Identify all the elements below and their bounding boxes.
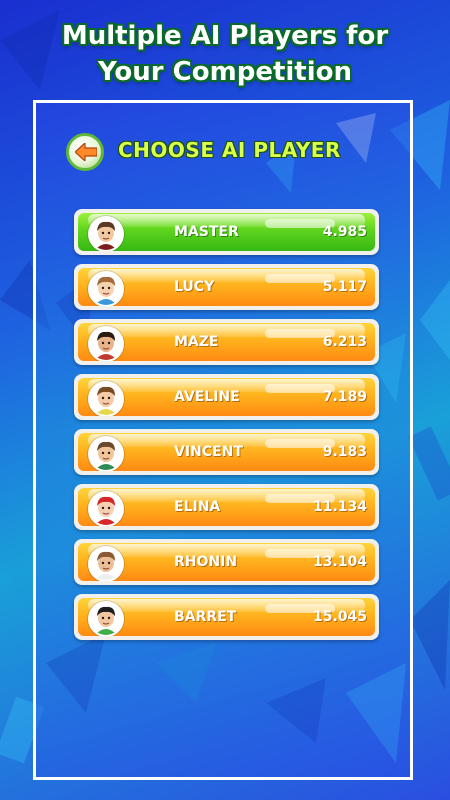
player-name: MAZE (174, 334, 219, 350)
player-row-bg: RHONIN 13.104 (78, 543, 375, 581)
player-name: MASTER (174, 224, 239, 240)
player-name: BARRET (174, 609, 237, 625)
player-row-barret[interactable]: BARRET 15.045 (74, 594, 379, 640)
player-row-master[interactable]: MASTER 4.985 (74, 209, 379, 255)
player-row-bg: VINCENT 9.183 (78, 433, 375, 471)
player-row-rhonin[interactable]: RHONIN 13.104 (74, 539, 379, 585)
avatar-icon (88, 381, 124, 416)
player-row-bg: MAZE 6.213 (78, 323, 375, 361)
player-row-vincent[interactable]: VINCENT 9.183 (74, 429, 379, 475)
player-score: 13.104 (312, 554, 367, 570)
avatar-icon (88, 326, 124, 361)
avatar-icon (88, 601, 124, 636)
player-row-bg: ELINA 11.134 (78, 488, 375, 526)
back-button[interactable] (66, 133, 104, 171)
player-row-aveline[interactable]: AVELINE 7.189 (74, 374, 379, 420)
player-score: 15.045 (312, 609, 367, 625)
avatar-icon (88, 271, 124, 306)
promo-title-line2: Your Competition (97, 57, 353, 87)
player-row-bg: LUCY 5.117 (78, 268, 375, 306)
promo-title: Multiple AI Players for Your Competition (0, 18, 450, 90)
player-score: 9.183 (322, 444, 367, 460)
header: CHOOSE AI PLAYER (66, 133, 386, 173)
player-row-maze[interactable]: MAZE 6.213 (74, 319, 379, 365)
avatar-icon (88, 216, 124, 251)
player-score: 11.134 (312, 499, 367, 515)
player-score: 4.985 (322, 224, 367, 240)
player-row-lucy[interactable]: LUCY 5.117 (74, 264, 379, 310)
back-arrow-icon (75, 143, 97, 161)
player-score: 6.213 (322, 334, 367, 350)
player-score: 5.117 (322, 279, 367, 295)
avatar-icon (88, 491, 124, 526)
player-name: RHONIN (174, 554, 238, 570)
player-row-bg: MASTER 4.985 (78, 213, 375, 251)
player-row-elina[interactable]: ELINA 11.134 (74, 484, 379, 530)
ai-player-panel: CHOOSE AI PLAYER MASTER 4.985 LUCY 5.117 (33, 100, 413, 780)
player-row-bg: AVELINE 7.189 (78, 378, 375, 416)
promo-title-line1: Multiple AI Players for (61, 21, 389, 51)
page-title: CHOOSE AI PLAYER (118, 138, 341, 162)
player-name: VINCENT (174, 444, 243, 460)
avatar-icon (88, 546, 124, 581)
avatar-icon (88, 436, 124, 471)
player-score: 7.189 (322, 389, 367, 405)
player-list: MASTER 4.985 LUCY 5.117 MAZE 6.213 AVELI… (74, 209, 379, 649)
player-name: LUCY (174, 279, 215, 295)
player-name: ELINA (174, 499, 221, 515)
player-name: AVELINE (174, 389, 240, 405)
player-row-bg: BARRET 15.045 (78, 598, 375, 636)
